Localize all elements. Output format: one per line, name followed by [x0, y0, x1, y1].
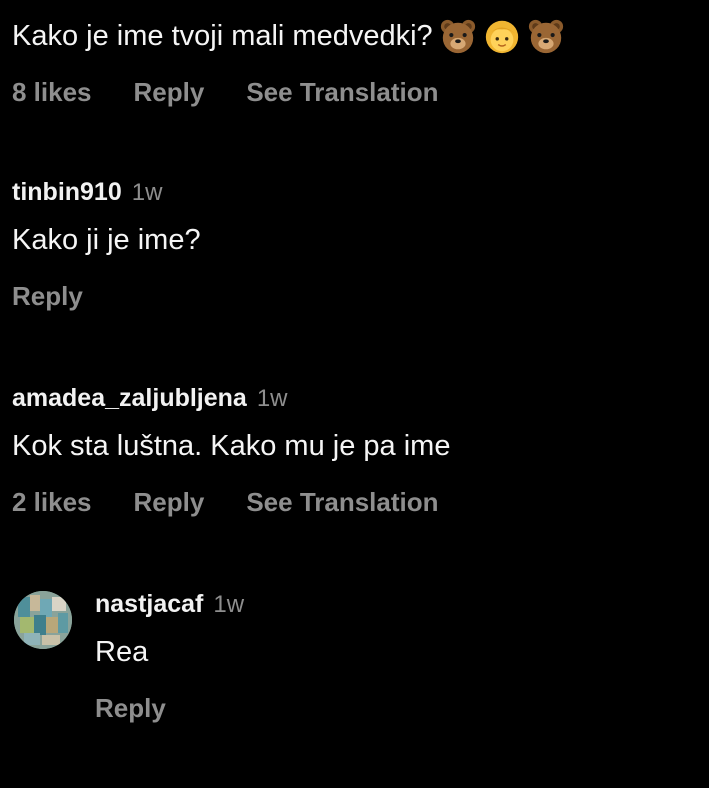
- comment-text: Kako ji je ime?: [12, 223, 201, 256]
- bear-face-icon: [440, 19, 475, 54]
- comment-text: Rea: [95, 635, 149, 668]
- avatar[interactable]: [14, 591, 72, 649]
- bear-face-icon: [528, 19, 563, 54]
- username-link[interactable]: tinbin910: [12, 178, 122, 207]
- comment-actions: 2 likes Reply See Translation: [12, 482, 697, 522]
- reply-button[interactable]: Reply: [95, 693, 166, 724]
- reply-button[interactable]: Reply: [134, 77, 205, 108]
- timestamp: 1w: [256, 385, 288, 412]
- comment: tinbin910 1w Kako ji je ime? Reply: [12, 178, 697, 316]
- username-link[interactable]: amadea_zaljubljena: [12, 384, 247, 413]
- reply-comment: nastjacaf 1w Rea Reply: [95, 590, 697, 728]
- reply-button[interactable]: Reply: [134, 487, 205, 518]
- comment: amadea_zaljubljena 1w Kok sta luštna. Ka…: [12, 384, 697, 522]
- comment-header: nastjacaf 1w: [95, 590, 697, 626]
- comment: Kako je ime tvoji mali medvedki? 8 likes: [12, 16, 697, 112]
- see-translation-button[interactable]: See Translation: [246, 77, 438, 108]
- likes-count-link[interactable]: 8 likes: [12, 77, 92, 108]
- comment-header: tinbin910 1w: [12, 178, 697, 214]
- comment-text-row: Kako je ime tvoji mali medvedki?: [12, 16, 697, 56]
- avatar-image: [14, 591, 72, 649]
- comment-actions: Reply: [12, 276, 697, 316]
- comment-text: Kok sta luštna. Kako mu je pa ime: [12, 429, 451, 462]
- timestamp: 1w: [131, 179, 163, 206]
- comment-text: Kako je ime tvoji mali medvedki?: [12, 19, 433, 52]
- likes-count-link[interactable]: 2 likes: [12, 487, 92, 518]
- comment-header: amadea_zaljubljena 1w: [12, 384, 697, 420]
- comment-actions: Reply: [95, 688, 697, 728]
- reply-button[interactable]: Reply: [12, 281, 83, 312]
- clipped-previous-line: [12, 0, 312, 4]
- comment-actions: 8 likes Reply See Translation: [12, 72, 697, 112]
- timestamp: 1w: [213, 591, 245, 618]
- see-translation-button[interactable]: See Translation: [246, 487, 438, 518]
- girl-face-icon: [485, 20, 518, 54]
- username-link[interactable]: nastjacaf: [95, 590, 203, 619]
